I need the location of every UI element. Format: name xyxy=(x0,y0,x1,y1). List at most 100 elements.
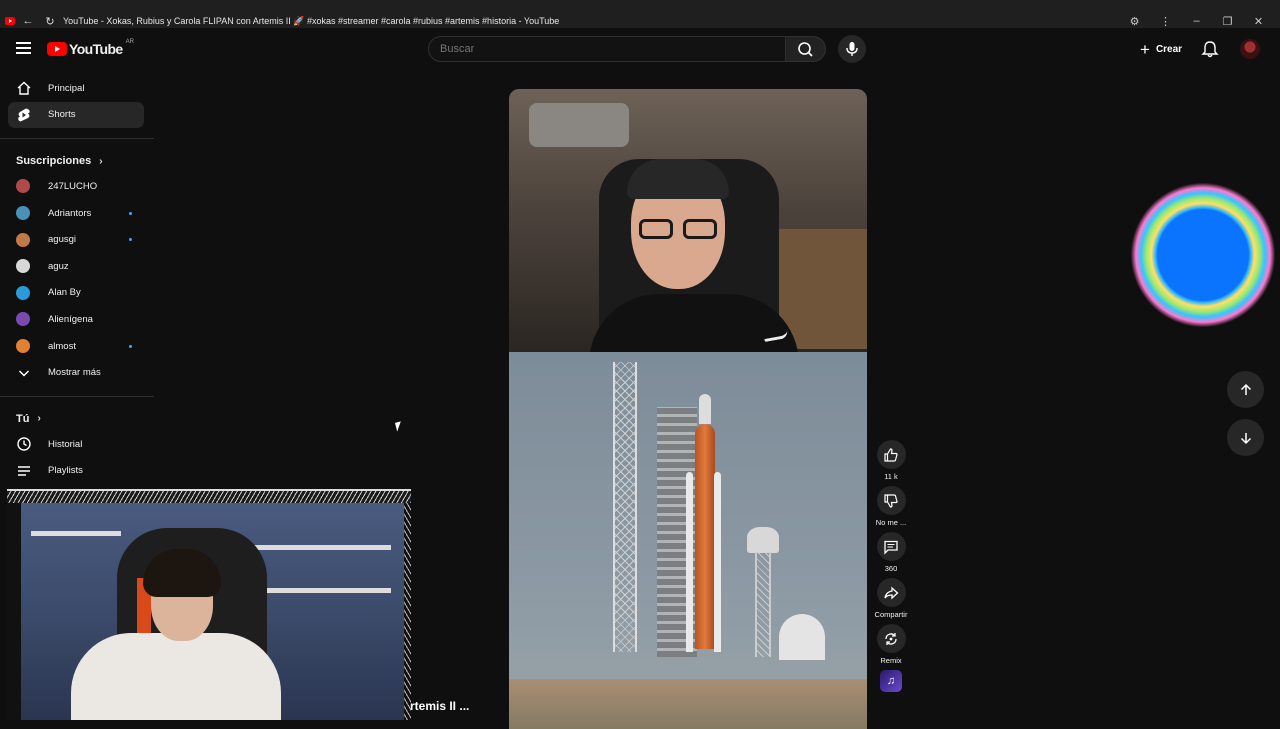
sidebar-item-subscription[interactable]: aguz xyxy=(0,253,154,280)
channel-avatar xyxy=(16,339,30,354)
reload-icon[interactable]: ↻ xyxy=(41,15,59,28)
like-button[interactable]: 11 k xyxy=(870,440,912,481)
ground xyxy=(509,679,867,729)
sound-thumbnail-icon[interactable]: ♫ xyxy=(880,670,902,692)
notifications-bell-icon[interactable] xyxy=(1200,39,1220,59)
youtube-logo[interactable]: YouTube AR xyxy=(47,39,134,57)
sidebar-item-label: 247LUCHO xyxy=(48,180,98,192)
microphone-icon xyxy=(846,42,858,56)
streamer-facecam-overlay xyxy=(7,489,411,720)
channel-avatar xyxy=(16,206,30,221)
remix-icon xyxy=(885,632,897,645)
browser-menu-icon[interactable]: ⋮ xyxy=(1150,15,1181,28)
thumbs-down-icon xyxy=(884,493,898,508)
show-more-button[interactable]: Mostrar más xyxy=(0,359,154,386)
youtube-favicon-icon xyxy=(5,17,15,25)
like-count: 11 k xyxy=(884,472,898,481)
short-video-player[interactable] xyxy=(509,89,867,729)
sidebar-item-subscription[interactable]: Alienígena xyxy=(0,306,154,333)
sidebar-item-label: Adriantors xyxy=(48,207,92,219)
channel-avatar xyxy=(16,285,30,300)
logo-text: YouTube xyxy=(69,41,123,57)
search-icon xyxy=(798,42,813,57)
sidebar-item-label: Playlists xyxy=(48,465,83,477)
new-content-dot xyxy=(129,238,132,242)
masthead: YouTube AR + Crear xyxy=(0,28,1280,70)
sidebar-item-label: Historial xyxy=(48,438,83,450)
channel-avatar xyxy=(16,259,30,274)
sidebar-item-label: agusgi xyxy=(48,234,76,246)
comment-icon xyxy=(884,540,898,555)
remix-label: Remix xyxy=(880,656,902,665)
subscriptions-title: Suscripciones xyxy=(16,155,92,168)
shorts-icon xyxy=(16,107,32,123)
voice-search-button[interactable] xyxy=(838,35,866,63)
youtube-play-icon xyxy=(47,42,67,56)
sidebar-item-subscription[interactable]: 247LUCHO xyxy=(0,173,154,200)
comment-count: 360 xyxy=(884,564,898,573)
sidebar-item-subscription[interactable]: Alan By xyxy=(0,280,154,307)
sidebar-item-subscription[interactable]: agusgi xyxy=(0,226,154,253)
sidebar-item-shorts[interactable]: Shorts xyxy=(8,101,144,129)
sidebar-item-label: aguz xyxy=(48,260,69,272)
lightning-tower xyxy=(613,362,637,652)
sidebar-item-label: Shorts xyxy=(48,109,76,121)
thumbs-up-icon xyxy=(884,447,898,462)
share-button[interactable]: Compartir xyxy=(870,578,912,619)
short-title-caption: rtemis II ... xyxy=(410,699,470,713)
water-tower-tank xyxy=(747,527,779,553)
comments-button[interactable]: 360 xyxy=(870,532,912,573)
subscriptions-header[interactable]: Suscripciones › xyxy=(0,149,154,173)
arrow-up-icon xyxy=(1240,383,1251,395)
sidebar-item-principal[interactable]: Principal xyxy=(0,75,154,102)
maximize-button[interactable]: ❐ xyxy=(1212,15,1243,28)
close-button[interactable]: ✕ xyxy=(1243,15,1274,28)
overlay-border-top xyxy=(7,491,411,503)
create-button[interactable]: + Crear xyxy=(1133,37,1189,61)
channel-avatar xyxy=(16,179,30,194)
back-icon[interactable]: ← xyxy=(19,15,37,27)
extensions-icon[interactable]: ⚙ xyxy=(1119,15,1150,28)
audio-visualizer-orb xyxy=(1130,182,1276,328)
sidebar-item-playlists[interactable]: Playlists xyxy=(0,458,154,485)
sidebar-item-subscription[interactable]: Adriantors xyxy=(0,200,154,227)
chevron-down-icon xyxy=(16,365,32,381)
previous-short-button[interactable] xyxy=(1227,371,1264,408)
plus-icon: + xyxy=(1140,39,1150,59)
you-header[interactable]: Tú › xyxy=(0,407,154,431)
booster-right xyxy=(714,472,721,652)
shelf xyxy=(241,545,391,550)
dislike-button[interactable]: No me ... xyxy=(870,486,912,527)
account-avatar[interactable] xyxy=(1240,39,1260,59)
glasses xyxy=(639,219,719,241)
search-button[interactable] xyxy=(786,36,826,62)
remix-button[interactable]: Remix xyxy=(870,624,912,665)
dome-tank xyxy=(779,614,825,660)
you-title: Tú xyxy=(16,412,30,425)
search-input[interactable] xyxy=(428,36,786,62)
share-label: Compartir xyxy=(874,610,908,619)
sidebar-item-subscription[interactable]: almost xyxy=(0,333,154,360)
sidebar-item-label: Principal xyxy=(48,82,85,94)
water-tower-legs xyxy=(755,552,771,657)
window-title: YouTube - Xokas, Rubius y Carola FLIPAN … xyxy=(63,15,560,26)
minimize-button[interactable]: – xyxy=(1181,15,1212,27)
menu-icon[interactable] xyxy=(16,42,31,57)
sidebar-item-label: almost xyxy=(48,340,76,352)
chevron-right-icon: › xyxy=(37,413,41,425)
sidebar-item-label: Alan By xyxy=(48,287,81,299)
new-content-dot xyxy=(129,211,132,215)
rocket-launch-scene xyxy=(509,352,867,729)
playlists-icon xyxy=(16,463,32,479)
facecam xyxy=(21,503,407,720)
arrow-down-icon xyxy=(1240,432,1251,444)
chevron-right-icon: › xyxy=(99,155,103,167)
sofa xyxy=(529,103,629,147)
person-body xyxy=(71,633,281,720)
history-icon xyxy=(16,436,32,452)
person-cap xyxy=(627,159,729,199)
share-icon xyxy=(884,586,899,599)
next-short-button[interactable] xyxy=(1227,419,1264,456)
channel-avatar xyxy=(16,232,30,247)
sidebar-item-history[interactable]: Historial xyxy=(0,431,154,458)
